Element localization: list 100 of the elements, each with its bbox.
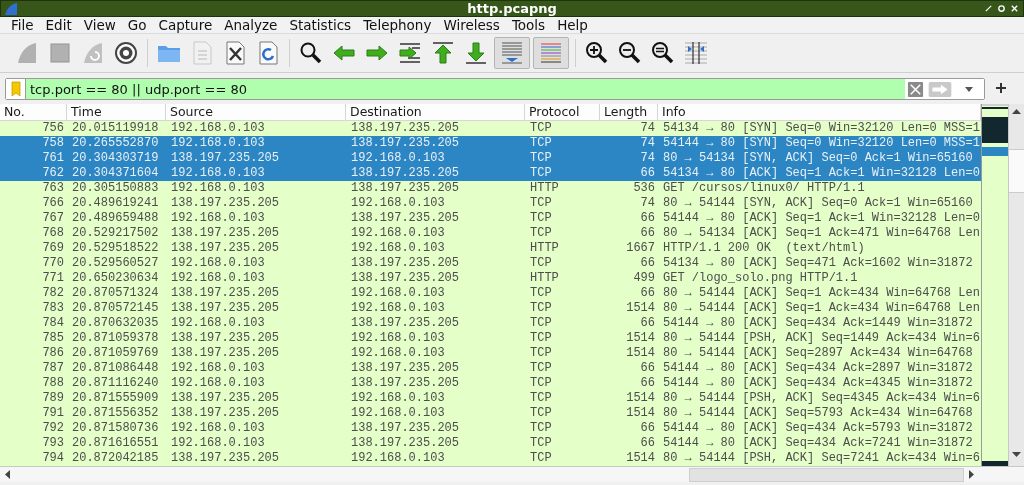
plus-icon — [996, 83, 1006, 93]
menu-item[interactable]: Go — [121, 17, 153, 33]
table-cell-text: 20.489659488 — [71, 211, 160, 226]
menu-item[interactable]: Statistics — [283, 17, 358, 33]
packet-row[interactable]: 761 20.304303719 138.197.235.205 192.168.0.103 TCP 74 80 → 54134 [SYN, ACK] Seq=0 Ack=1 Win=65160 — [0, 151, 981, 166]
close-icon[interactable] — [1010, 4, 1019, 13]
packet-row[interactable]: 770 20.529560527 192.168.0.103 138.197.235.205 TCP 66 54134 → 80 [ACK] Seq=471 Ack=1602 Win=31872 — [0, 256, 981, 271]
packet-row[interactable]: 756 20.015119918 192.168.0.103 138.197.235.205 TCP 74 54134 → 80 [SYN] Seq=0 Win=32120 Len=0 MSS=1 — [0, 121, 981, 136]
table-cell-text: 763 — [41, 181, 65, 196]
table-cell-text: 499 — [632, 271, 656, 286]
table-cell-text: TCP — [529, 301, 553, 316]
packet-row[interactable]: 766 20.489619241 138.197.235.205 192.168.0.103 TCP 74 80 → 54144 [SYN, ACK] Seq=0 Ack=1 Win=65160 — [0, 196, 981, 211]
table-cell-text: 66 — [639, 361, 656, 376]
table-cell-text: 20.304371604 — [71, 166, 160, 181]
packet-row[interactable]: 784 20.870632035 192.168.0.103 138.197.235.205 TCP 66 54144 → 80 [ACK] Seq=434 Ack=1449 Win=31872 — [0, 316, 981, 331]
display-filter-field[interactable]: tcp.port == 80 || udp.port == 80 — [26, 79, 905, 99]
packet-row[interactable]: 791 20.871556352 138.197.235.205 192.168.0.103 TCP 1514 80 → 54144 [ACK] Seq=5793 Ack=434 Win=64768 — [0, 406, 981, 421]
table-cell-text: GET /logo_solo.png HTTP/1.1 — [662, 271, 859, 286]
table-cell-text: 138.197.235.205 — [350, 271, 461, 286]
table-cell-text: 192.168.0.103 — [350, 151, 446, 166]
bookmark-icon — [9, 81, 22, 97]
menu-item[interactable]: Capture — [152, 17, 219, 33]
table-cell-text: TCP — [529, 331, 553, 346]
bookmark-button[interactable] — [6, 79, 26, 99]
restore-icon[interactable] — [997, 4, 1006, 13]
menu-item[interactable]: Wireless — [437, 17, 506, 33]
packet-row[interactable]: 792 20.871580736 192.168.0.103 138.197.235.205 TCP 66 54144 → 80 [ACK] Seq=434 Ack=5793 Win=31872 — [0, 421, 981, 436]
table-cell-text: 20.871616551 — [71, 436, 160, 451]
column-header[interactable]: Source — [166, 104, 346, 120]
vertical-scrollbar[interactable] — [1008, 104, 1024, 466]
table-cell-text: 789 — [41, 391, 65, 406]
table-cell-text: 138.197.235.205 — [170, 391, 281, 406]
table-cell-text: TCP — [529, 376, 553, 391]
table-cell-text: TCP — [529, 136, 553, 151]
column-header[interactable]: No. — [0, 104, 67, 120]
packet-row[interactable]: 768 20.529217502 138.197.235.205 192.168.0.103 TCP 66 80 → 54134 [ACK] Seq=1 Ack=471 Win=64768 Len — [0, 226, 981, 241]
menu-item[interactable]: Help — [551, 17, 594, 33]
table-cell-text: 20.870571324 — [71, 286, 160, 301]
table-cell-text: 192.168.0.103 — [170, 271, 266, 286]
packet-row[interactable]: 782 20.870571324 138.197.235.205 192.168.0.103 TCP 66 80 → 54144 [ACK] Seq=1 Ack=434 Win=64768 Len — [0, 286, 981, 301]
packet-row[interactable]: 787 20.871086448 192.168.0.103 138.197.235.205 TCP 66 54144 → 80 [ACK] Seq=434 Ack=2897 Win=31872 — [0, 361, 981, 376]
table-cell-text: 20.871059769 — [71, 346, 160, 361]
table-cell-text: 54134 → 80 [ACK] Seq=1 Ack=1 Win=32128 Len=0 — [662, 166, 981, 181]
table-cell-text: 138.197.235.205 — [170, 346, 281, 361]
packet-row[interactable]: 788 20.871116240 192.168.0.103 138.197.235.205 TCP 66 54144 → 80 [ACK] Seq=434 Ack=4345 Win=31872 — [0, 376, 981, 391]
table-cell-text: 192.168.0.103 — [350, 196, 446, 211]
table-cell-text: 192.168.0.103 — [170, 361, 266, 376]
packet-row[interactable]: 789 20.871555909 138.197.235.205 192.168.0.103 TCP 1514 80 → 54144 [PSH, ACK] Seq=4345 Ack=434 Win=6 — [0, 391, 981, 406]
maximize-icon[interactable] — [984, 4, 993, 13]
packet-row[interactable]: 769 20.529518522 138.197.235.205 192.168.0.103 HTTP 1667 HTTP/1.1 200 OK (text/html) — [0, 241, 981, 256]
packet-row[interactable]: 758 20.265552870 192.168.0.103 138.197.235.205 TCP 74 54144 → 80 [SYN] Seq=0 Win=32120 Len=0 MSS=1 — [0, 136, 981, 151]
packet-row[interactable]: 771 20.650230634 192.168.0.103 138.197.235.205 HTTP 499 GET /logo_solo.png HTTP/1.1 — [0, 271, 981, 286]
clear-button[interactable] — [905, 79, 926, 99]
gear-icon — [114, 41, 138, 65]
table-cell-text: 138.197.235.205 — [350, 166, 461, 181]
close-file-icon — [223, 41, 247, 65]
table-cell-text: 771 — [41, 271, 65, 286]
packet-row[interactable]: 794 20.872042185 138.197.235.205 192.168.0.103 TCP 1514 80 → 54144 [PSH, ACK] Seq=7241 Ack=434 Win=6 — [0, 451, 981, 466]
scrollbar-thumb[interactable] — [1009, 149, 1024, 193]
packet-row[interactable]: 763 20.305150883 192.168.0.103 138.197.235.205 HTTP 536 GET /cursos/linux0/ HTTP/1.1 — [0, 181, 981, 196]
packet-row[interactable]: 783 20.870572145 138.197.235.205 192.168.0.103 TCP 1514 80 → 54144 [ACK] Seq=1 Ack=434 Win=64768 Len — [0, 301, 981, 316]
menu-item[interactable]: Analyze — [218, 17, 284, 33]
table-cell-text: TCP — [529, 436, 553, 451]
table-cell-text: TCP — [529, 361, 553, 376]
table-cell-text: TCP — [529, 196, 553, 211]
table-cell-text: 20.529217502 — [71, 226, 160, 241]
table-cell-text: 192.168.0.103 — [350, 406, 446, 421]
table-cell-text: 192.168.0.103 — [350, 331, 446, 346]
packet-row[interactable]: 786 20.871059769 138.197.235.205 192.168.0.103 TCP 1514 80 → 54144 [ACK] Seq=2897 Ack=434 Win=64768 — [0, 346, 981, 361]
shark-fin-icon — [15, 41, 39, 65]
menu-item[interactable]: Telephony — [357, 17, 438, 33]
table-cell-text: 1514 — [625, 331, 656, 346]
table-cell-text: 786 — [41, 346, 65, 361]
table-cell-text: 783 — [41, 301, 65, 316]
menu-item[interactable]: View — [77, 17, 122, 33]
menu-item[interactable]: Tools — [505, 17, 552, 33]
column-header[interactable]: Destination — [346, 104, 525, 120]
column-header[interactable]: Protocol — [525, 104, 600, 120]
scrollbar-thumb[interactable] — [689, 467, 964, 482]
menu-item[interactable]: Edit — [39, 17, 78, 33]
table-cell-text: 784 — [41, 316, 65, 331]
column-header[interactable]: Time — [67, 104, 166, 120]
table-cell-text: 74 — [639, 121, 656, 136]
table-cell-text: 769 — [41, 241, 65, 256]
packet-row[interactable]: 762 20.304371604 192.168.0.103 138.197.235.205 TCP 66 54134 → 80 [ACK] Seq=1 Ack=1 Win=32128 Len=0 — [0, 166, 981, 181]
table-cell-text: 20.872042185 — [71, 451, 160, 466]
packet-row[interactable]: 785 20.871059378 138.197.235.205 192.168.0.103 TCP 1514 80 → 54144 [PSH, ACK] Seq=1449 Ack=434 Win=6 — [0, 331, 981, 346]
menu-item[interactable]: File — [5, 17, 40, 33]
table-cell-text: 138.197.235.205 — [170, 226, 281, 241]
horizontal-scrollbar[interactable] — [0, 466, 1024, 482]
table-cell-text: 192.168.0.103 — [170, 316, 266, 331]
packet-row[interactable]: 793 20.871616551 192.168.0.103 138.197.235.205 TCP 66 54144 → 80 [ACK] Seq=434 Ack=7241 Win=31872 — [0, 436, 981, 451]
table-cell-text: 54144 → 80 [ACK] Seq=434 Ack=5793 Win=31872 — [662, 421, 974, 436]
table-cell-text: 792 — [41, 421, 65, 436]
table-cell-text: TCP — [529, 406, 553, 421]
packet-row[interactable]: 767 20.489659488 192.168.0.103 138.197.235.205 TCP 66 54144 → 80 [ACK] Seq=1 Ack=1 Win=32128 Len=0 — [0, 211, 981, 226]
table-cell-text: 20.870632035 — [71, 316, 160, 331]
column-header[interactable]: Length — [600, 104, 658, 120]
packet-minimap[interactable] — [981, 104, 1008, 466]
up-arrow-icon — [431, 41, 455, 65]
